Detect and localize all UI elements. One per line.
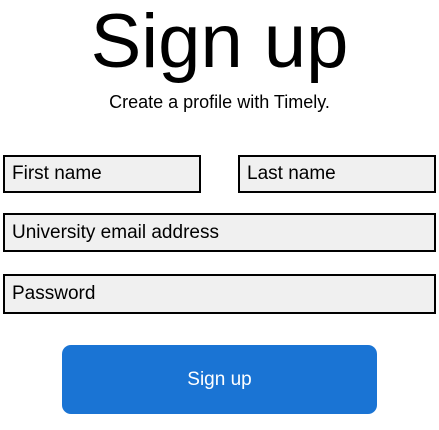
sign-up-button[interactable]: Sign up: [62, 345, 377, 414]
first-name-field[interactable]: [3, 155, 201, 193]
email-field[interactable]: [3, 213, 436, 252]
password-field[interactable]: [3, 274, 436, 314]
page-title: Sign up: [90, 0, 349, 84]
last-name-field[interactable]: [238, 155, 436, 193]
page-subtitle: Create a profile with Timely.: [109, 92, 330, 112]
